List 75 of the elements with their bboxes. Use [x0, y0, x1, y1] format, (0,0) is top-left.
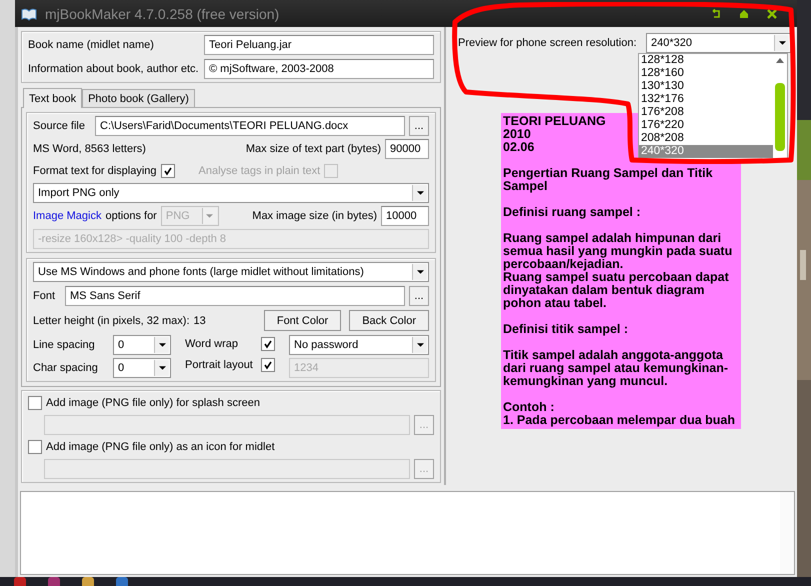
- preview-paragraph: Pengertian Ruang Sampel dan Titik Sampel: [503, 167, 714, 193]
- checkbox[interactable]: [261, 337, 275, 351]
- dropdown-arrow-icon: [416, 343, 424, 347]
- taskbar-icon[interactable]: [116, 577, 128, 586]
- field-label: Information about book, author etc.: [28, 63, 200, 75]
- color-button[interactable]: Font Color: [264, 310, 342, 331]
- dropdown-arrow-icon: [158, 366, 166, 370]
- max-image-size-field[interactable]: 10000: [381, 206, 429, 226]
- dropdown-arrow-icon: [416, 191, 424, 195]
- preview-paragraph: Titik sampel adalah anggota-anggota dari ruang sampel atau kemungkinan-kemungkinan yang muncul.: [503, 349, 730, 388]
- image-path-field[interactable]: [44, 415, 410, 435]
- resolution-option[interactable]: 128*160: [639, 67, 773, 80]
- resolution-option[interactable]: 176*220: [639, 119, 773, 132]
- field-label: Line spacing: [33, 339, 96, 351]
- scroll-up-icon[interactable]: [776, 58, 784, 63]
- field-label: Max size of text part (bytes): [246, 143, 381, 155]
- home-icon[interactable]: [739, 8, 749, 18]
- resolution-option[interactable]: 128*128: [639, 54, 773, 67]
- dropdown-arrow-icon: [416, 270, 424, 274]
- field-label: Max image size (in bytes): [252, 210, 377, 222]
- field-label: Source file: [33, 120, 86, 132]
- image-magick-link[interactable]: Image Magick: [33, 210, 102, 222]
- preview-paragraph: TEORI PELUANG 2010 02.06: [503, 115, 606, 154]
- image-path-field[interactable]: [44, 459, 410, 479]
- font-mode-dropdown[interactable]: Use MS Windows and phone fonts (large midlet without limitations): [33, 262, 429, 282]
- undo-icon[interactable]: [711, 8, 721, 18]
- max-size-field[interactable]: 90000: [385, 139, 429, 159]
- password-dropdown[interactable]: No password: [289, 335, 429, 355]
- field-label: Letter height (in pixels, 32 max):: [33, 314, 190, 326]
- window-title: mjBookMaker 4.7.0.258 (free version): [45, 6, 280, 22]
- file-info: MS Word, 8563 letters): [33, 143, 147, 155]
- color-button[interactable]: Back Color: [349, 310, 429, 331]
- field-label: Preview for phone screen resolution:: [458, 37, 638, 49]
- dropdown-arrow-icon: [206, 214, 214, 218]
- browse-button[interactable]: ...: [409, 286, 429, 306]
- resolution-option[interactable]: 132*176: [639, 93, 773, 106]
- checkbox-label: Format text for displaying: [33, 165, 156, 177]
- resolution-dropdown[interactable]: 240*320: [646, 33, 791, 53]
- checkbox-label: Add image (PNG file only) as an icon for midlet: [46, 441, 275, 453]
- font-field[interactable]: MS Sans Serif: [65, 286, 405, 306]
- letter-height-value: 13: [194, 314, 207, 326]
- checkbox[interactable]: [28, 440, 42, 454]
- checkbox[interactable]: [261, 358, 275, 372]
- source-file-field[interactable]: C:\Users\Farid\Documents\TEORI PELUANG.docx: [95, 116, 405, 136]
- field-label: Book name (midlet name): [28, 39, 155, 51]
- scrollbar-thumb[interactable]: [775, 83, 785, 151]
- resolution-option[interactable]: 176*208: [639, 106, 773, 119]
- import-dropdown[interactable]: Import PNG only: [33, 183, 429, 203]
- preview-paragraph: Ruang sampel adalah himpunan dari semua hasil yang mungkin pada suatu percobaan/kejadian. Ruang sampel suatu percobaan dapat dinyatakan dalam bentuk diagram pohon atau tabel.: [503, 232, 734, 310]
- book-info-field[interactable]: © mjSoftware, 2003-2008: [204, 59, 434, 79]
- checkbox[interactable]: [28, 396, 42, 410]
- field-label: Char spacing: [33, 362, 99, 374]
- book-name-field[interactable]: Teori Peluang.jar: [204, 35, 434, 55]
- checkbox-label: Portrait layout: [185, 359, 254, 371]
- checkbox-label: Add image (PNG file only) for splash screen: [46, 397, 260, 409]
- preview-paragraph: Definisi ruang sampel :: [503, 206, 641, 219]
- tab[interactable]: Photo book (Gallery): [82, 89, 195, 107]
- field-label: options for: [105, 210, 157, 222]
- resolution-option[interactable]: 130*130: [639, 80, 773, 93]
- preview-paragraph: Contoh : 1. Pada percobaan melempar dua buah: [503, 401, 736, 427]
- dropdown-arrow-icon: [778, 41, 786, 45]
- spacing-dropdown[interactable]: 0: [113, 358, 171, 378]
- field-label: Font: [33, 290, 56, 302]
- dropdown-arrow-icon: [158, 343, 166, 347]
- checkbox-label: Word wrap: [185, 338, 239, 350]
- checkbox-label: Analyse tags in plain text: [198, 165, 320, 177]
- spacing-dropdown[interactable]: 0: [113, 335, 171, 355]
- preview-paragraph: Definisi titik sampel :: [503, 323, 628, 336]
- taskbar-icon[interactable]: [82, 577, 94, 586]
- resolution-option[interactable]: 208*208: [639, 132, 773, 145]
- book-icon: [21, 6, 37, 20]
- checkbox[interactable]: [160, 164, 174, 178]
- close-icon[interactable]: [767, 8, 777, 18]
- browse-button[interactable]: ...: [409, 116, 429, 136]
- tab[interactable]: Text book: [23, 88, 82, 108]
